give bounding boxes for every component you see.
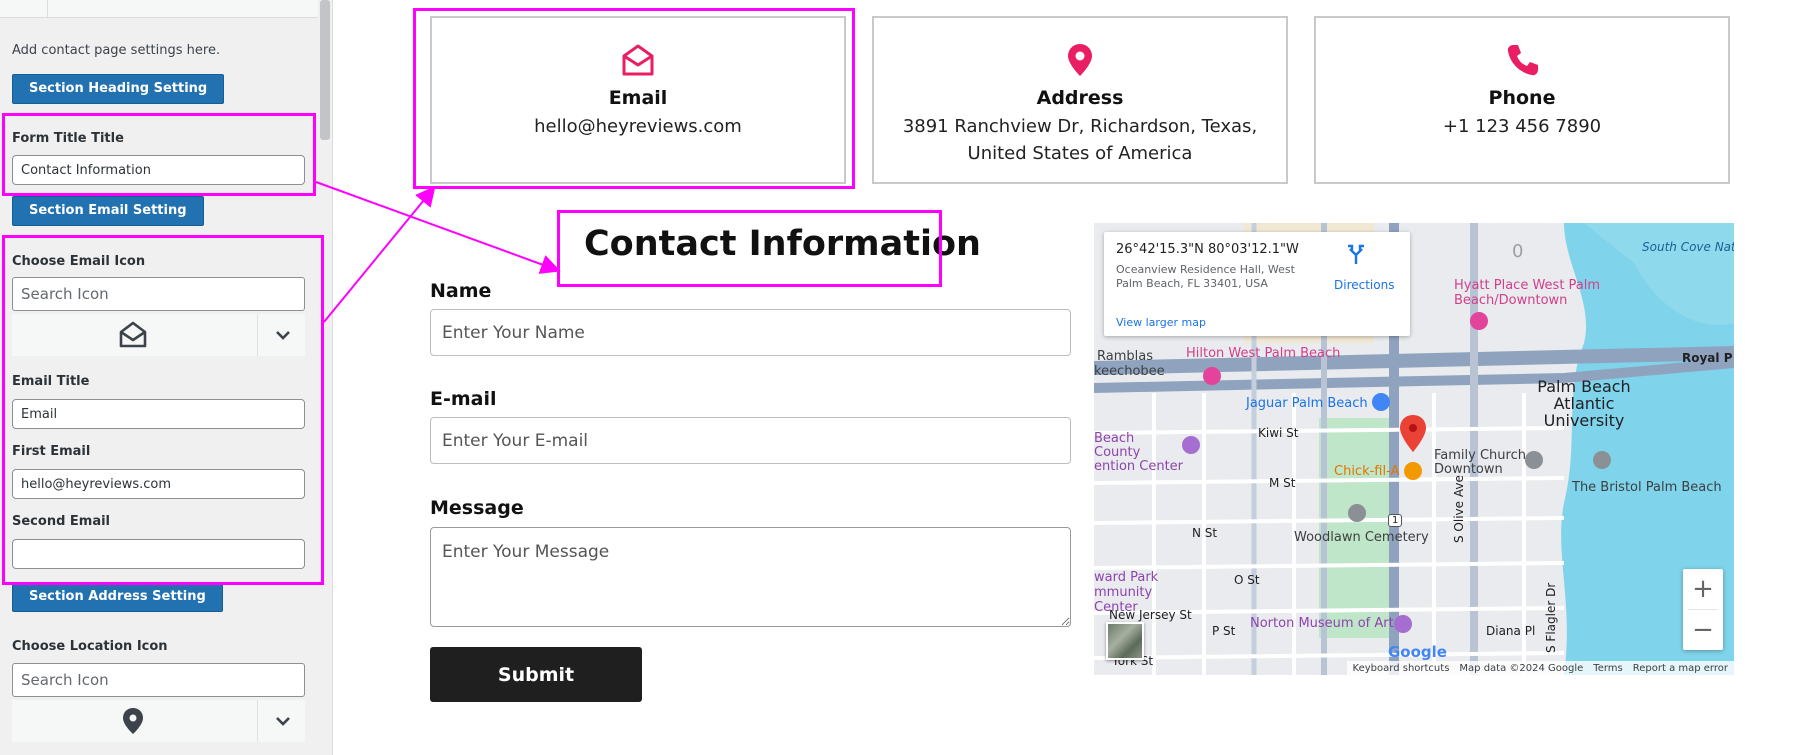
choose-email-icon-label: Choose Email Icon bbox=[12, 254, 146, 269]
name-label: Name bbox=[430, 280, 492, 302]
message-label: Message bbox=[430, 497, 524, 519]
map-label-diana: Diana Pl bbox=[1486, 624, 1536, 638]
map-label-hyatt: Hyatt Place West Palm Beach/Downtown bbox=[1454, 278, 1601, 308]
map-coordinates: 26°42'15.3"N 80°03'12.1"W bbox=[1116, 242, 1299, 257]
google-map[interactable]: South Cove Natural Area Hyatt Place West… bbox=[1094, 223, 1734, 675]
email-card-value: hello@heyreviews.com bbox=[534, 116, 742, 137]
map-attribution-bar: Keyboard shortcuts Map data ©2024 Google… bbox=[1346, 661, 1734, 675]
choose-location-icon-label: Choose Location Icon bbox=[12, 639, 168, 654]
second-email-input[interactable] bbox=[12, 539, 305, 569]
keyboard-shortcuts-link[interactable]: Keyboard shortcuts bbox=[1353, 663, 1450, 674]
settings-sidebar: Add contact page settings here. Section … bbox=[0, 0, 333, 755]
map-label-norton: Norton Museum of Art bbox=[1250, 616, 1394, 631]
zoom-in-button[interactable]: + bbox=[1683, 569, 1723, 609]
second-email-label: Second Email bbox=[12, 514, 111, 529]
icon-row-divider bbox=[257, 314, 258, 356]
zoom-out-button[interactable]: − bbox=[1683, 610, 1723, 650]
map-data-text: Map data ©2024 Google bbox=[1459, 662, 1584, 674]
email-label: E-mail bbox=[430, 388, 497, 410]
map-label-olive: S Olive Ave bbox=[1452, 475, 1466, 543]
google-logo: Google bbox=[1388, 643, 1447, 661]
map-route-shield: 1 bbox=[1388, 514, 1403, 527]
map-label-new-jersey: New Jersey St bbox=[1109, 608, 1192, 622]
report-error-link[interactable]: Report a map error bbox=[1633, 663, 1728, 674]
sidebar-top-bar bbox=[0, 0, 318, 18]
chevron-down-icon[interactable] bbox=[274, 712, 292, 730]
address-card: Address 3891 Ranchview Dr, Richardson, T… bbox=[872, 16, 1288, 184]
map-label-m-st: M St bbox=[1269, 476, 1296, 490]
map-pin-icon bbox=[1068, 44, 1092, 76]
location-icon-picker[interactable] bbox=[12, 700, 305, 742]
map-address: Oceanview Residence Hall, West Palm Beac… bbox=[1116, 263, 1295, 290]
form-title-label: Form Title Title bbox=[12, 131, 124, 146]
phone-icon bbox=[1507, 45, 1538, 76]
form-title: Contact Information bbox=[584, 224, 981, 264]
address-card-value: 3891 Ranchview Dr, Richardson, Texas, Un… bbox=[902, 116, 1258, 164]
satellite-toggle[interactable] bbox=[1106, 622, 1144, 660]
map-label-chick-fil-a: Chick-fil-A bbox=[1334, 464, 1400, 479]
view-larger-map-link[interactable]: View larger map bbox=[1116, 316, 1206, 329]
map-label-jaguar: Jaguar Palm Beach bbox=[1246, 396, 1368, 411]
submit-button[interactable]: Submit bbox=[430, 647, 642, 702]
map-label-kiwi: Kiwi St bbox=[1258, 426, 1299, 440]
map-label-n-st: N St bbox=[1192, 526, 1218, 540]
map-label-o-st: O St bbox=[1234, 573, 1260, 587]
map-label-family-church: Family Church Downtown bbox=[1434, 448, 1526, 477]
first-email-input[interactable] bbox=[12, 469, 305, 499]
map-zoom-control: + − bbox=[1683, 569, 1723, 650]
sidebar-description: Add contact page settings here. bbox=[12, 43, 221, 58]
map-label-keechobee: keechobee bbox=[1094, 364, 1165, 379]
section-email-setting-button[interactable]: Section Email Setting bbox=[12, 196, 204, 226]
section-heading-setting-button[interactable]: Section Heading Setting bbox=[12, 74, 225, 104]
name-input[interactable] bbox=[430, 309, 1071, 356]
email-icon-search-input[interactable] bbox=[12, 277, 305, 311]
email-card: Email hello@heyreviews.com bbox=[430, 16, 846, 184]
map-label-zero: 0 bbox=[1512, 241, 1524, 262]
map-label-ramblas: Ramblas bbox=[1097, 349, 1153, 364]
arrow-to-form-title bbox=[315, 181, 561, 274]
address-card-title: Address bbox=[1036, 87, 1124, 109]
map-label-flagler: S Flagler Dr bbox=[1544, 582, 1558, 653]
location-icon-search-input[interactable] bbox=[12, 663, 305, 697]
chevron-down-icon[interactable] bbox=[274, 326, 292, 344]
map-info-card: 26°42'15.3"N 80°03'12.1"W Oceanview Resi… bbox=[1104, 232, 1410, 336]
terms-link[interactable]: Terms bbox=[1593, 663, 1622, 674]
phone-card: Phone +1 123 456 7890 bbox=[1314, 16, 1730, 184]
arrow-to-email-card bbox=[323, 185, 436, 323]
map-label-royal: Royal P bbox=[1682, 351, 1733, 365]
map-label-bristol: The Bristol Palm Beach bbox=[1572, 480, 1722, 495]
icon-row-divider bbox=[257, 700, 258, 742]
email-icon-picker[interactable] bbox=[12, 314, 305, 356]
map-label-hilton: Hilton West Palm Beach bbox=[1186, 346, 1341, 361]
map-label-beach-county: Beach County ention Center bbox=[1094, 431, 1184, 474]
directions-link[interactable]: Directions bbox=[1334, 278, 1394, 292]
map-label-p-st: P St bbox=[1212, 624, 1236, 638]
phone-card-title: Phone bbox=[1488, 87, 1556, 109]
message-textarea[interactable] bbox=[430, 527, 1071, 627]
section-address-setting-button[interactable]: Section Address Setting bbox=[12, 582, 223, 612]
map-label-woodlawn: Woodlawn Cemetery bbox=[1294, 530, 1429, 545]
email-title-input[interactable] bbox=[12, 399, 305, 429]
form-title-input[interactable] bbox=[12, 155, 305, 185]
email-title-label: Email Title bbox=[12, 374, 90, 389]
sidebar-tab[interactable] bbox=[0, 0, 48, 18]
first-email-label: First Email bbox=[12, 444, 91, 459]
email-card-title: Email bbox=[608, 87, 668, 109]
email-input[interactable] bbox=[430, 417, 1071, 464]
map-label-university: Palm Beach Atlantic University bbox=[1537, 377, 1631, 430]
envelope-open-icon bbox=[119, 321, 147, 348]
sidebar-scrollbar[interactable] bbox=[320, 0, 330, 140]
envelope-open-icon bbox=[622, 44, 654, 76]
map-label-south-cove: South Cove Natural Area bbox=[1642, 240, 1734, 254]
directions-icon[interactable] bbox=[1344, 242, 1368, 266]
map-pin-icon bbox=[123, 708, 143, 734]
phone-card-value: +1 123 456 7890 bbox=[1442, 116, 1602, 137]
